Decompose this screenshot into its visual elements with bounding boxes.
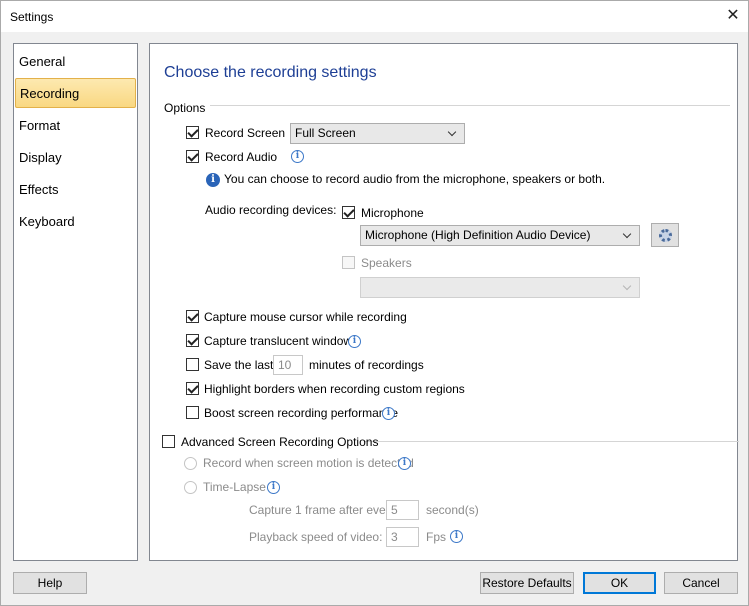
audio-devices-label: Audio recording devices:	[205, 203, 337, 217]
ok-button[interactable]: OK	[583, 572, 656, 594]
recording-settings-panel: Choose the recording settings Options Re…	[149, 43, 739, 561]
playback-speed-label: Playback speed of video:	[249, 530, 383, 544]
info-icon[interactable]: i	[267, 481, 280, 494]
advanced-options-label[interactable]: Advanced Screen Recording Options	[181, 435, 378, 449]
motion-detect-label[interactable]: Record when screen motion is detected	[203, 456, 414, 470]
audio-info-text: You can choose to record audio from the …	[224, 172, 606, 186]
microphone-checkbox[interactable]	[342, 206, 355, 219]
save-last-label[interactable]: Save the last	[204, 358, 273, 372]
nav-item-display[interactable]: Display	[19, 148, 62, 168]
boost-performance-label[interactable]: Boost screen recording performance	[204, 406, 398, 420]
highlight-borders-checkbox[interactable]	[186, 382, 199, 395]
info-icon[interactable]: i	[291, 150, 304, 163]
playback-speed-input[interactable]: 3	[386, 527, 419, 547]
speakers-label[interactable]: Speakers	[361, 256, 412, 270]
info-icon: i	[206, 173, 220, 187]
close-icon[interactable]: ✕	[723, 6, 743, 26]
cancel-button[interactable]: Cancel	[664, 572, 738, 594]
nav-item-effects[interactable]: Effects	[19, 180, 59, 200]
chevron-down-icon	[622, 278, 634, 297]
capture-frame-input[interactable]: 5	[386, 500, 419, 520]
info-icon[interactable]: i	[382, 407, 395, 420]
record-screen-value: Full Screen	[295, 126, 356, 140]
save-last-minutes-input[interactable]: 10	[273, 355, 303, 375]
capture-frame-unit: second(s)	[426, 503, 479, 517]
settings-nav: General Recording Format Display Effects…	[13, 43, 138, 561]
window-title: Settings	[10, 10, 54, 24]
capture-frame-label: Capture 1 frame after every	[249, 503, 396, 517]
options-group-label: Options	[164, 101, 210, 115]
timelapse-label[interactable]: Time-Lapse	[203, 480, 266, 494]
microphone-label[interactable]: Microphone	[361, 206, 424, 220]
boost-performance-checkbox[interactable]	[186, 406, 199, 419]
capture-translucent-label[interactable]: Capture translucent windows	[204, 334, 358, 348]
info-icon[interactable]: i	[348, 335, 361, 348]
record-audio-checkbox[interactable]	[186, 150, 199, 163]
record-screen-checkbox[interactable]	[186, 126, 199, 139]
record-audio-label[interactable]: Record Audio	[205, 150, 277, 164]
playback-speed-unit: Fps	[426, 530, 447, 544]
motion-detect-radio[interactable]	[184, 457, 197, 470]
help-button[interactable]: Help	[13, 572, 87, 594]
info-icon[interactable]: i	[398, 457, 411, 470]
capture-cursor-label[interactable]: Capture mouse cursor while recording	[204, 310, 407, 324]
gear-icon	[659, 229, 672, 242]
save-last-checkbox[interactable]	[186, 358, 199, 371]
chevron-down-icon	[622, 226, 634, 245]
record-screen-dropdown[interactable]: Full Screen	[290, 123, 465, 144]
nav-item-recording[interactable]: Recording	[15, 78, 136, 108]
record-screen-label[interactable]: Record Screen	[205, 126, 285, 140]
nav-item-keyboard[interactable]: Keyboard	[19, 212, 75, 232]
microphone-device-dropdown[interactable]: Microphone (High Definition Audio Device…	[360, 225, 640, 246]
highlight-borders-label[interactable]: Highlight borders when recording custom …	[204, 382, 465, 396]
restore-defaults-button[interactable]: Restore Defaults	[480, 572, 574, 594]
nav-item-general[interactable]: General	[19, 52, 65, 72]
page-title: Choose the recording settings	[164, 64, 377, 81]
microphone-device-value: Microphone (High Definition Audio Device…	[365, 228, 591, 242]
save-last-suffix: minutes of recordings	[309, 358, 424, 372]
info-icon[interactable]: i	[450, 530, 463, 543]
advanced-options-checkbox[interactable]	[162, 435, 175, 448]
nav-item-format[interactable]: Format	[19, 116, 60, 136]
capture-cursor-checkbox[interactable]	[186, 310, 199, 323]
title-bar: Settings ✕	[1, 1, 748, 32]
options-divider	[210, 105, 730, 106]
capture-translucent-checkbox[interactable]	[186, 334, 199, 347]
timelapse-radio[interactable]	[184, 481, 197, 494]
settings-window: Settings ✕ General Recording Format Disp…	[0, 0, 749, 606]
speakers-checkbox[interactable]	[342, 256, 355, 269]
chevron-down-icon	[447, 124, 459, 143]
speakers-device-dropdown[interactable]	[360, 277, 640, 298]
advanced-divider	[364, 441, 739, 442]
device-settings-button[interactable]	[651, 223, 679, 247]
